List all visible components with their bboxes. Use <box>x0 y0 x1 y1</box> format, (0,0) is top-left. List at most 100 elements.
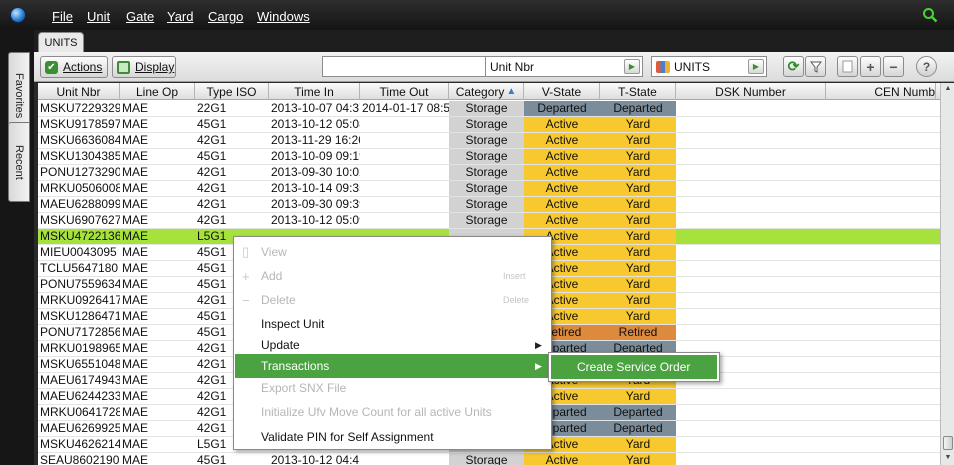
cell-line-op: MAE <box>122 117 149 131</box>
cell-line-op: MAE <box>122 261 149 275</box>
table-row[interactable]: MSKU6636084 MAE 42G1 2013-11-29 16:26 Storag… <box>38 133 940 149</box>
cell-t-state: Yard <box>600 389 676 404</box>
col-dsk-number[interactable]: DSK Number <box>676 83 826 100</box>
table-row[interactable]: SEAU8602190 MAE 45G1 2013-10-12 04:41 Storag… <box>38 453 940 465</box>
col-category[interactable]: Category ▲ <box>449 83 524 100</box>
cell-unit-nbr: PONU7172856 <box>40 325 120 339</box>
menu-file[interactable]: File <box>52 9 73 24</box>
add-button[interactable]: + <box>860 56 881 77</box>
menu-yard[interactable]: Yard <box>167 9 194 24</box>
minus-icon: − <box>889 58 898 75</box>
cell-type-iso: 42G1 <box>197 213 227 227</box>
scroll-thumb[interactable] <box>943 436 953 450</box>
cell-category: Storage <box>449 133 524 148</box>
tab-strip: UNITS <box>34 30 954 52</box>
col-line-op[interactable]: Line Op <box>120 83 195 100</box>
create-service-order-item[interactable]: Create Service Order <box>551 355 717 379</box>
document-icon: ▯ <box>242 244 250 259</box>
menu-item-view[interactable]: ▯ View <box>235 240 551 264</box>
col-t-state[interactable]: T-State <box>600 83 676 100</box>
menu-item-transactions[interactable]: Transactions ▶ <box>235 354 551 378</box>
menu-gate[interactable]: Gate <box>126 9 154 24</box>
globe-icon[interactable] <box>10 7 26 23</box>
cell-unit-nbr: MRKU0641728 <box>40 405 120 419</box>
cell-t-state: Yard <box>600 213 676 228</box>
cell-dsk-number <box>676 165 826 180</box>
cell-cen-number <box>826 437 936 452</box>
cell-category: Storage <box>449 101 524 116</box>
col-v-state[interactable]: V-State <box>524 83 600 100</box>
cell-dsk-number <box>676 421 826 436</box>
chevron-down-icon[interactable]: ▶ <box>748 59 764 74</box>
filter-icon <box>809 61 822 73</box>
cell-t-state: Yard <box>600 261 676 276</box>
table-row[interactable]: MSKU1304385 MAE 45G1 2013-10-09 09:19 Storag… <box>38 149 940 165</box>
table-row[interactable]: MRKU0506008 MAE 42G1 2013-10-14 09:35 Storag… <box>38 181 940 197</box>
cell-line-op: MAE <box>122 421 149 435</box>
menu-cargo[interactable]: Cargo <box>208 9 243 24</box>
view-select[interactable]: UNITS ▶ <box>651 56 767 77</box>
cell-unit-nbr: MSKU7229329 <box>40 101 120 115</box>
cell-dsk-number <box>676 405 826 420</box>
cell-category: Storage <box>449 453 524 465</box>
cell-time-out <box>360 213 449 228</box>
search-input[interactable] <box>322 56 512 77</box>
cell-category: Storage <box>449 117 524 132</box>
table-row[interactable]: MSKU6907627 MAE 42G1 2013-10-12 05:09 Storag… <box>38 213 940 229</box>
cell-unit-nbr: MRKU0198965 <box>40 341 120 355</box>
table-row[interactable]: MAEU6288099 MAE 42G1 2013-09-30 09:39 Storag… <box>38 197 940 213</box>
menu-item-delete[interactable]: − Delete Delete <box>235 288 551 312</box>
cell-t-state: Yard <box>600 117 676 132</box>
cell-t-state: Yard <box>600 165 676 180</box>
cell-unit-nbr: MAEU6269925 <box>40 421 120 435</box>
col-time-in[interactable]: Time In <box>269 83 360 100</box>
menu-item-add[interactable]: + Add Insert <box>235 264 551 288</box>
cell-line-op: MAE <box>122 405 149 419</box>
cell-time-out <box>360 133 449 148</box>
cell-unit-nbr: MSKU1304385 <box>40 149 120 163</box>
cell-dsk-number <box>676 101 826 116</box>
units-icon <box>656 60 670 73</box>
vertical-scrollbar[interactable]: ▲ ▼ <box>940 83 954 465</box>
search-icon[interactable] <box>922 7 938 23</box>
col-unit-nbr[interactable]: Unit Nbr <box>38 83 120 100</box>
cell-t-state: Departed <box>600 405 676 420</box>
menu-item-label: View <box>261 245 287 259</box>
cell-line-op: MAE <box>122 149 149 163</box>
refresh-button[interactable]: ⟳ <box>783 56 804 77</box>
chevron-down-icon[interactable]: ▶ <box>624 59 640 74</box>
cell-dsk-number <box>676 389 826 404</box>
cell-time-in: 2013-10-12 05:08 <box>271 117 360 131</box>
cell-line-op: MAE <box>122 389 149 403</box>
view-record-button[interactable] <box>837 56 858 77</box>
display-button[interactable]: Display <box>112 56 176 78</box>
menu-item-initialize-ufv-move-count[interactable]: Initialize Ufv Move Count for all active… <box>235 400 551 424</box>
help-button[interactable]: ? <box>916 56 937 77</box>
tab-units[interactable]: UNITS <box>38 32 84 52</box>
scroll-up-icon[interactable]: ▲ <box>942 83 954 95</box>
table-row[interactable]: MSKU9178597 MAE 45G1 2013-10-12 05:08 Storag… <box>38 117 940 133</box>
cell-line-op: MAE <box>122 325 149 339</box>
menu-item-validate-pin[interactable]: Validate PIN for Self Assignment <box>235 425 551 449</box>
tab-recent[interactable]: Recent <box>8 122 30 202</box>
filter-button[interactable] <box>805 56 826 77</box>
cell-dsk-number <box>676 325 826 340</box>
table-row[interactable]: MSKU7229329 MAE 22G1 2013-10-07 04:37 2014-0… <box>38 101 940 117</box>
col-type-iso[interactable]: Type ISO <box>195 83 269 100</box>
menu-unit[interactable]: Unit <box>87 9 110 24</box>
col-category-label: Category <box>455 84 505 99</box>
table-row[interactable]: PONU1273290 MAE 42G1 2013-09-30 10:02 Storag… <box>38 165 940 181</box>
scroll-down-icon[interactable]: ▼ <box>942 452 954 464</box>
cell-t-state: Yard <box>600 133 676 148</box>
cell-dsk-number <box>676 293 826 308</box>
cell-unit-nbr: MRKU0506008 <box>40 181 120 195</box>
menu-item-export-snx-file[interactable]: Export SNX File <box>235 376 551 400</box>
actions-button[interactable]: ✔ Actions <box>40 56 108 78</box>
col-cen-number[interactable]: CEN Numb <box>826 83 936 100</box>
delete-button[interactable]: − <box>883 56 904 77</box>
menu-windows[interactable]: Windows <box>257 9 310 24</box>
cell-line-op: MAE <box>122 373 149 387</box>
cell-cen-number <box>826 133 936 148</box>
field-select[interactable]: Unit Nbr ▶ <box>485 56 643 77</box>
col-time-out[interactable]: Time Out <box>360 83 449 100</box>
